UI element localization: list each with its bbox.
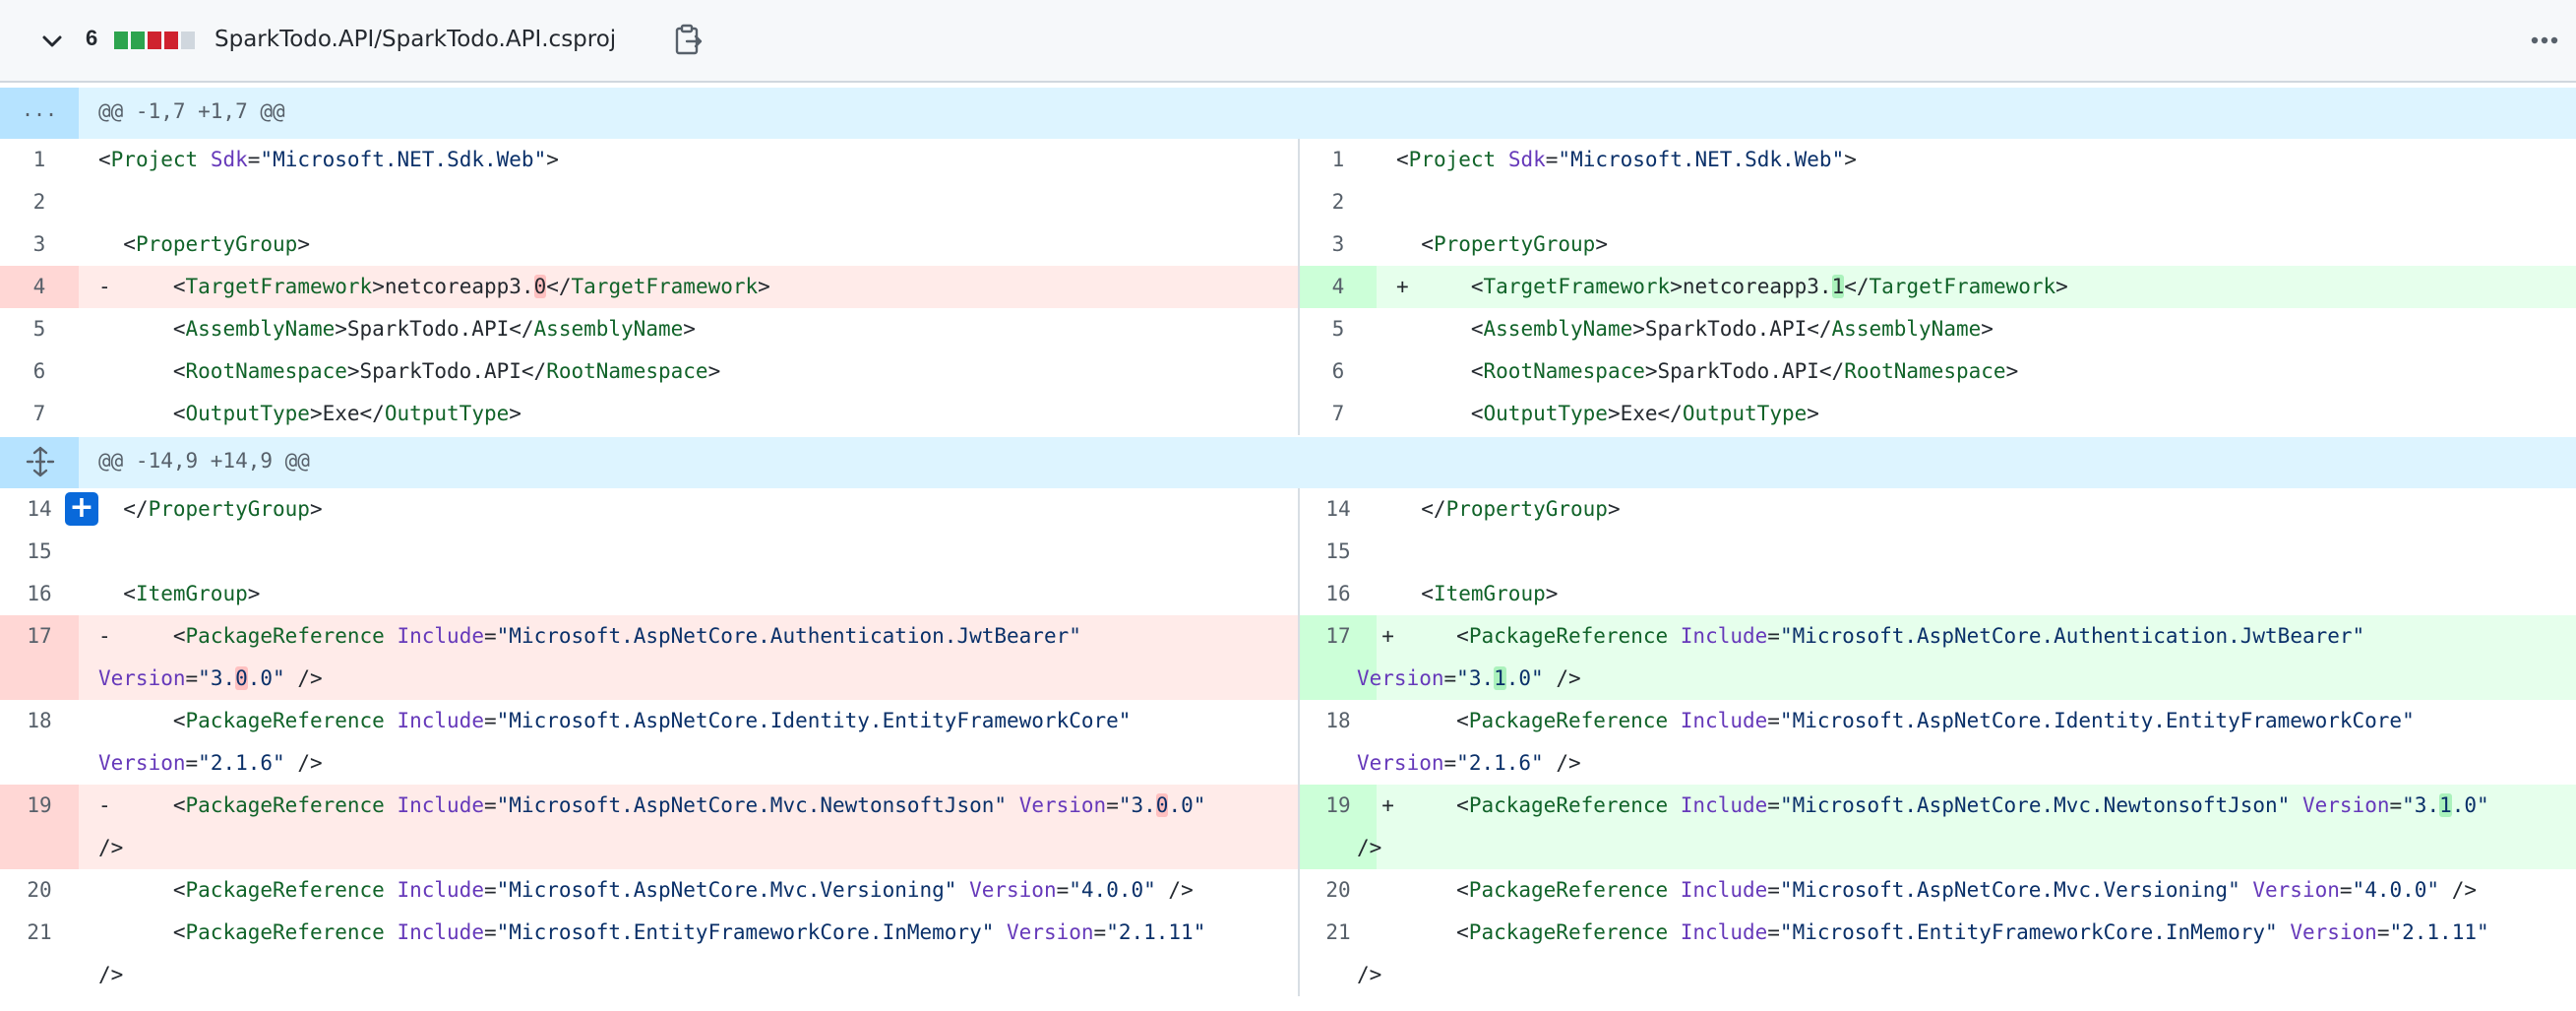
diff-row: 3 <PropertyGroup> 3 <PropertyGroup> (0, 223, 2576, 266)
deleted-code: - <PackageReference Include="Microsoft.A… (98, 793, 1206, 859)
diff-row: 2 2 (0, 181, 2576, 223)
diffstat (114, 32, 195, 49)
diff-row: 5 <AssemblyName>SparkTodo.API</AssemblyN… (0, 308, 2576, 350)
old-code: <AssemblyName>SparkTodo.API</AssemblyNam… (123, 317, 696, 341)
deleted-code: - <TargetFramework>netcoreapp3.0</Target… (98, 275, 770, 298)
old-code: <PackageReference Include="Microsoft.Asp… (98, 709, 1132, 775)
diffstat-block (148, 32, 161, 49)
added-code: + <PackageReference Include="Microsoft.A… (1357, 624, 2365, 690)
new-code: <PackageReference Include="Microsoft.Asp… (1357, 709, 2415, 775)
addition-marker: + (1396, 275, 1409, 298)
file-path[interactable]: SparkTodo.API/SparkTodo.API.csproj (215, 27, 616, 52)
old-code: <PropertyGroup> (98, 232, 310, 256)
diff-row: 21 <PackageReference Include="Microsoft.… (0, 912, 2576, 996)
changes-count: 6 (86, 26, 98, 50)
new-line-number[interactable]: 7 (1300, 393, 1377, 435)
diff-row: 6 <RootNamespace>SparkTodo.API</RootName… (0, 350, 2576, 393)
old-code: <RootNamespace>SparkTodo.API</RootNamesp… (123, 359, 721, 383)
copy-icon[interactable] (673, 24, 705, 57)
new-line-number[interactable]: 2 (1300, 181, 1377, 223)
old-line-number[interactable]: 18 (0, 700, 79, 785)
new-line-number[interactable]: 1 (1300, 139, 1377, 181)
new-code: <PackageReference Include="Microsoft.Asp… (1406, 878, 2477, 902)
chevron-down-icon[interactable] (37, 27, 67, 56)
new-code: </PropertyGroup> (1396, 497, 1621, 521)
old-code: </PropertyGroup> (98, 497, 323, 521)
deletion-marker: - (98, 793, 111, 817)
addition-marker: + (1381, 624, 1394, 648)
new-code: <OutputType>Exe</OutputType> (1421, 402, 1819, 425)
old-code: <PackageReference Include="Microsoft.Ent… (98, 920, 1206, 986)
kebab-menu-icon[interactable] (2525, 26, 2564, 55)
new-line-number[interactable]: 3 (1300, 223, 1377, 266)
old-line-number[interactable]: 4 (0, 266, 79, 308)
new-code: <AssemblyName>SparkTodo.API</AssemblyNam… (1421, 317, 1993, 341)
diffstat-block (114, 32, 128, 49)
old-line-number[interactable]: 2 (0, 181, 79, 223)
file-header: 6 SparkTodo.API/SparkTodo.API.csproj (0, 0, 2576, 83)
hunk-range: @@ -1,7 +1,7 @@ (98, 99, 285, 123)
new-code: <PropertyGroup> (1396, 232, 1608, 256)
old-code: <ItemGroup> (98, 582, 261, 605)
deletion-marker: - (98, 275, 111, 298)
diff-row: 16 <ItemGroup> 16 <ItemGroup> (0, 573, 2576, 615)
deletion-marker: - (98, 624, 111, 648)
new-code: <Project Sdk="Microsoft.NET.Sdk.Web"> (1396, 148, 1857, 171)
diffstat-block (131, 32, 145, 49)
diff-row-changed: 4 - <TargetFramework>netcoreapp3.0</Targ… (0, 266, 2576, 308)
old-line-number[interactable]: 21 (0, 912, 79, 996)
new-line-number[interactable]: 6 (1300, 350, 1377, 393)
old-line-number[interactable]: 6 (0, 350, 79, 393)
expand-up-button[interactable]: ... (0, 88, 79, 139)
new-code: <PackageReference Include="Microsoft.Ent… (1357, 920, 2489, 986)
added-code: + <TargetFramework>netcoreapp3.1</Target… (1396, 275, 2068, 298)
old-line-number[interactable]: 1 (0, 139, 79, 181)
old-line-number[interactable]: 16 (0, 573, 79, 615)
old-code: <OutputType>Exe</OutputType> (123, 402, 521, 425)
diff-row: 14 + </PropertyGroup> 14 </PropertyGroup… (0, 488, 2576, 531)
old-code: <PackageReference Include="Microsoft.Asp… (123, 878, 1194, 902)
hunk-header: @@ -14,9 +14,9 @@ (0, 437, 2576, 488)
old-line-number[interactable]: 15 (0, 531, 79, 573)
diff-row: 7 <OutputType>Exe</OutputType> 7 <Output… (0, 393, 2576, 435)
expand-button[interactable] (0, 437, 79, 488)
new-code: <ItemGroup> (1396, 582, 1559, 605)
old-line-number[interactable]: 5 (0, 308, 79, 350)
old-line-number[interactable]: 20 (0, 869, 79, 912)
diffstat-block (181, 32, 195, 49)
diff-row: 20 <PackageReference Include="Microsoft.… (0, 869, 2576, 912)
addition-marker: + (1381, 793, 1394, 817)
old-line-number[interactable]: 17 (0, 615, 79, 700)
diff-row-changed: 19 - <PackageReference Include="Microsof… (0, 785, 2576, 869)
deleted-code: - <PackageReference Include="Microsoft.A… (98, 624, 1081, 690)
diff-row: 15 15 (0, 531, 2576, 573)
added-code: + <PackageReference Include="Microsoft.A… (1357, 793, 2489, 859)
diff-row-changed: 17 - <PackageReference Include="Microsof… (0, 615, 2576, 700)
new-line-number[interactable]: 5 (1300, 308, 1377, 350)
old-code: <Project Sdk="Microsoft.NET.Sdk.Web"> (98, 148, 559, 171)
new-line-number[interactable]: 15 (1300, 531, 1377, 573)
new-line-number[interactable]: 14 (1300, 488, 1377, 531)
old-line-number[interactable]: 3 (0, 223, 79, 266)
diff-row: 1 <Project Sdk="Microsoft.NET.Sdk.Web"> … (0, 139, 2576, 181)
hunk-header: ... @@ -1,7 +1,7 @@ (0, 88, 2576, 139)
new-line-number[interactable]: 4 (1300, 266, 1377, 308)
old-line-number[interactable]: 19 (0, 785, 79, 869)
diffstat-block (164, 32, 178, 49)
diff-row: 18 <PackageReference Include="Microsoft.… (0, 700, 2576, 785)
new-line-number[interactable]: 16 (1300, 573, 1377, 615)
unfold-icon[interactable] (24, 445, 57, 478)
hunk-range: @@ -14,9 +14,9 @@ (98, 449, 310, 473)
old-line-number[interactable]: 7 (0, 393, 79, 435)
new-code: <RootNamespace>SparkTodo.API</RootNamesp… (1421, 359, 2019, 383)
add-comment-button[interactable]: + (65, 492, 98, 526)
